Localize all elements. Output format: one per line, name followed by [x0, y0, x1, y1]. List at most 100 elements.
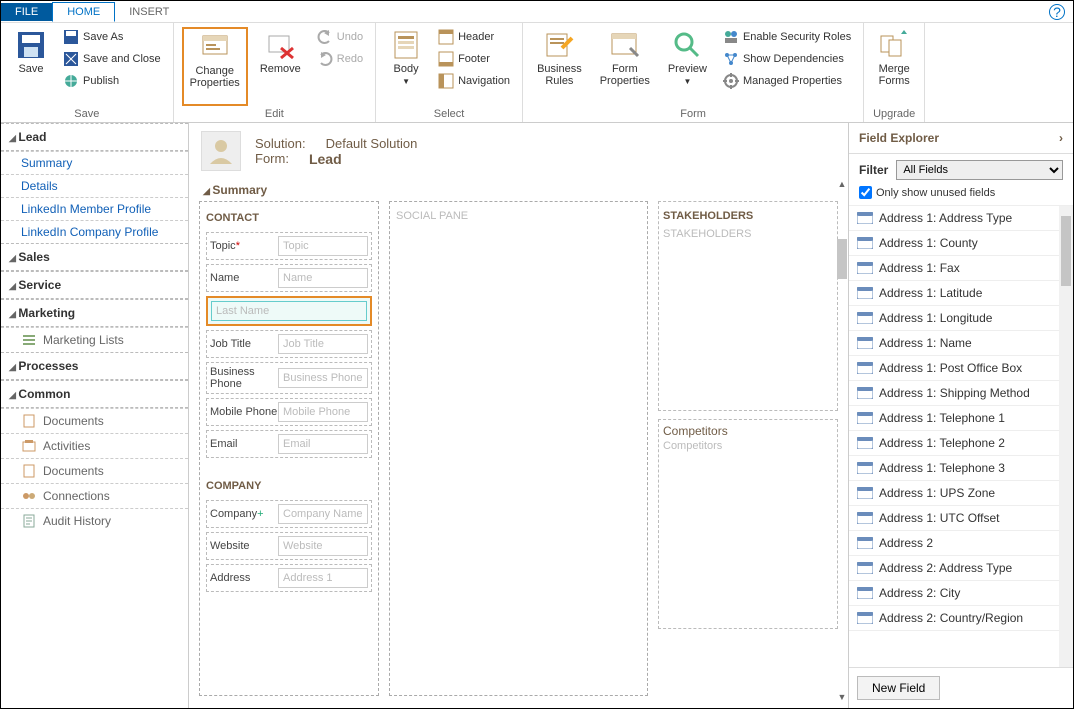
- nav-connections[interactable]: Connections: [1, 483, 188, 508]
- saveclose-button[interactable]: Save and Close: [59, 49, 165, 69]
- explorer-item[interactable]: Address 1: Telephone 2: [849, 431, 1073, 456]
- redo-button[interactable]: Redo: [313, 49, 367, 69]
- form-canvas: Solution:Default Solution Form:Lead Summ…: [189, 123, 848, 708]
- explorer-item[interactable]: Address 1: Latitude: [849, 281, 1073, 306]
- publish-button[interactable]: Publish: [59, 71, 165, 91]
- ribbon-tab-row: FILE HOME INSERT ?: [1, 1, 1073, 23]
- save-icon: [15, 29, 47, 61]
- nav-marketing-header[interactable]: Marketing: [1, 299, 188, 327]
- unused-checkbox[interactable]: [859, 186, 872, 199]
- explorer-item[interactable]: Address 1: Telephone 1: [849, 406, 1073, 431]
- field-company[interactable]: Company+Company Name: [206, 500, 372, 528]
- explorer-item[interactable]: Address 1: Name: [849, 331, 1073, 356]
- explorer-item[interactable]: Address 2: Address Type: [849, 556, 1073, 581]
- chevron-right-icon[interactable]: ›: [1059, 131, 1063, 145]
- competitors-placeholder: Competitors: [663, 438, 833, 454]
- nav-summary[interactable]: Summary: [1, 151, 188, 174]
- field-business-phone[interactable]: Business PhoneBusiness Phone: [206, 362, 372, 394]
- undo-button[interactable]: Undo: [313, 27, 367, 47]
- list-icon: [21, 332, 37, 348]
- field-email[interactable]: EmailEmail: [206, 430, 372, 458]
- filter-select[interactable]: All Fields: [896, 160, 1063, 180]
- canvas-scrollbar[interactable]: ▲ ▼: [834, 179, 848, 708]
- preview-button[interactable]: Preview▼: [662, 27, 713, 106]
- saveas-button[interactable]: Save As: [59, 27, 165, 47]
- footer-button[interactable]: Footer: [434, 49, 514, 69]
- dependencies-button[interactable]: Show Dependencies: [719, 49, 855, 69]
- nav-sales-header[interactable]: Sales: [1, 243, 188, 271]
- explorer-scroll-thumb[interactable]: [1061, 216, 1071, 286]
- scroll-thumb[interactable]: [837, 239, 847, 279]
- nav-marketing-lists[interactable]: Marketing Lists: [1, 327, 188, 352]
- business-rules-button[interactable]: Business Rules: [531, 27, 588, 106]
- field-icon: [857, 312, 873, 324]
- change-properties-button[interactable]: Change Properties: [182, 27, 248, 106]
- canvas-body[interactable]: Summary CONTACT Topic*Topic NameName Las…: [189, 179, 848, 708]
- body-button[interactable]: Body▼: [384, 27, 428, 106]
- nav-linkedin-company[interactable]: LinkedIn Company Profile: [1, 220, 188, 243]
- nav-audit[interactable]: Audit History: [1, 508, 188, 533]
- contact-section-title: CONTACT: [206, 208, 372, 228]
- competitors-section[interactable]: Competitors Competitors: [658, 419, 838, 629]
- field-name[interactable]: NameName: [206, 264, 372, 292]
- solution-label: Solution:: [255, 136, 306, 151]
- solution-value: Default Solution: [326, 136, 418, 151]
- field-icon: [857, 237, 873, 249]
- field-mobile-phone[interactable]: Mobile PhoneMobile Phone: [206, 398, 372, 426]
- scroll-up-icon[interactable]: ▲: [834, 179, 848, 195]
- explorer-scrollbar[interactable]: [1059, 206, 1073, 667]
- form-properties-button[interactable]: Form Properties: [594, 27, 656, 106]
- column-contact[interactable]: CONTACT Topic*Topic NameName Last Name J…: [199, 201, 379, 696]
- column-social[interactable]: SOCIAL PANE: [389, 201, 648, 696]
- header-button[interactable]: Header: [434, 27, 514, 47]
- scroll-down-icon[interactable]: ▼: [834, 692, 848, 708]
- explorer-item[interactable]: Address 1: UPS Zone: [849, 481, 1073, 506]
- nav-lead-header[interactable]: Lead: [1, 123, 188, 151]
- doc-icon: [21, 463, 37, 479]
- explorer-item[interactable]: Address 2: Country/Region: [849, 606, 1073, 631]
- explorer-item[interactable]: Address 1: Address Type: [849, 206, 1073, 231]
- stakeholders-section[interactable]: STAKEHOLDERS STAKEHOLDERS: [658, 201, 838, 411]
- navigation-button[interactable]: Navigation: [434, 71, 514, 91]
- field-topic[interactable]: Topic*Topic: [206, 232, 372, 260]
- field-jobtitle[interactable]: Job TitleJob Title: [206, 330, 372, 358]
- help-icon[interactable]: ?: [1049, 4, 1065, 20]
- stakeholders-placeholder: STAKEHOLDERS: [663, 226, 833, 242]
- tab-insert[interactable]: INSERT: [115, 3, 183, 21]
- tab-file[interactable]: FILE: [1, 3, 52, 21]
- tab-home[interactable]: HOME: [52, 2, 115, 22]
- new-field-button[interactable]: New Field: [857, 676, 940, 700]
- summary-header[interactable]: Summary: [199, 179, 838, 201]
- nav-activities[interactable]: Activities: [1, 433, 188, 458]
- explorer-item[interactable]: Address 1: Fax: [849, 256, 1073, 281]
- field-website[interactable]: WebsiteWebsite: [206, 532, 372, 560]
- field-icon: [857, 612, 873, 624]
- explorer-item[interactable]: Address 1: Shipping Method: [849, 381, 1073, 406]
- nav-documents[interactable]: Documents: [1, 408, 188, 433]
- nav-processes-header[interactable]: Processes: [1, 352, 188, 380]
- explorer-item[interactable]: Address 1: County: [849, 231, 1073, 256]
- explorer-item[interactable]: Address 1: Post Office Box: [849, 356, 1073, 381]
- remove-button[interactable]: Remove: [254, 27, 307, 106]
- explorer-item[interactable]: Address 1: Longitude: [849, 306, 1073, 331]
- column-related[interactable]: STAKEHOLDERS STAKEHOLDERS Competitors Co…: [658, 201, 838, 696]
- competitors-title: Competitors: [663, 424, 833, 438]
- merge-forms-button[interactable]: Merge Forms: [872, 27, 916, 106]
- nav-linkedin-member[interactable]: LinkedIn Member Profile: [1, 197, 188, 220]
- nav-documents-2[interactable]: Documents: [1, 458, 188, 483]
- field-icon: [857, 437, 873, 449]
- field-icon: [857, 462, 873, 474]
- explorer-item[interactable]: Address 2: City: [849, 581, 1073, 606]
- explorer-item[interactable]: Address 1: UTC Offset: [849, 506, 1073, 531]
- save-button[interactable]: Save: [9, 27, 53, 106]
- field-address[interactable]: AddressAddress 1: [206, 564, 372, 592]
- nav-common-header[interactable]: Common: [1, 380, 188, 408]
- managed-props-button[interactable]: Managed Properties: [719, 71, 855, 91]
- field-lastname[interactable]: Last Name: [206, 296, 372, 326]
- stakeholders-title: STAKEHOLDERS: [663, 206, 833, 226]
- security-roles-button[interactable]: Enable Security Roles: [719, 27, 855, 47]
- nav-service-header[interactable]: Service: [1, 271, 188, 299]
- nav-details[interactable]: Details: [1, 174, 188, 197]
- explorer-item[interactable]: Address 2: [849, 531, 1073, 556]
- explorer-item[interactable]: Address 1: Telephone 3: [849, 456, 1073, 481]
